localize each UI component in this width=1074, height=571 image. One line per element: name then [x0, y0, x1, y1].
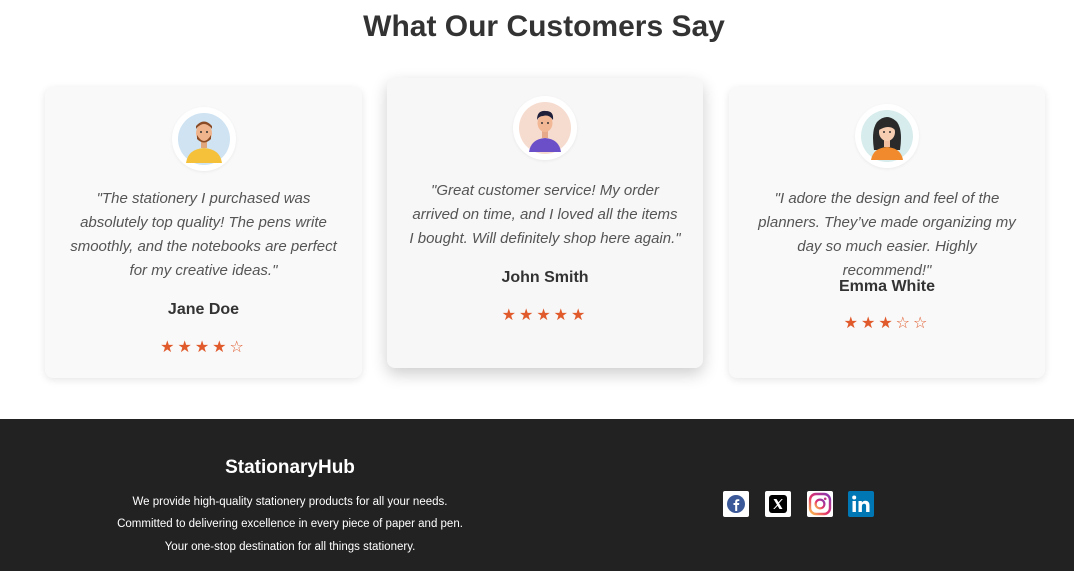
- footer-description-line: Committed to delivering excellence in ev…: [117, 518, 463, 530]
- testimonial-quote: "I adore the design and feel of the plan…: [758, 190, 1016, 279]
- instagram-icon: [807, 491, 833, 517]
- avatar: [855, 104, 919, 168]
- avatar: [171, 107, 236, 171]
- footer-description-line: We provide high-quality stationery produ…: [132, 496, 448, 508]
- linkedin-icon: [848, 491, 874, 517]
- man-avatar-icon: [177, 113, 230, 165]
- star-rating: ★★★★☆: [160, 337, 247, 356]
- man-avatar-icon: [519, 102, 571, 154]
- footer-brand: StationaryHub: [225, 457, 355, 478]
- linkedin-link[interactable]: [848, 491, 874, 517]
- star-rating: ★★★☆☆: [843, 313, 931, 332]
- testimonial-card: "Great customer service! My order arrive…: [387, 78, 703, 368]
- footer-description-line: Your one-stop destination for all things…: [164, 541, 416, 553]
- facebook-icon: [723, 491, 749, 517]
- customer-name: Emma White: [838, 278, 935, 295]
- avatar: [513, 96, 577, 160]
- star-rating: ★★★★★: [501, 305, 589, 324]
- customer-name: Jane Doe: [167, 301, 240, 318]
- x-link[interactable]: [765, 491, 791, 517]
- customer-name: John Smith: [501, 269, 589, 286]
- testimonial-quote: "Great customer service! My order arrive…: [409, 182, 681, 247]
- section-title: What Our Customers Say: [363, 10, 725, 43]
- woman-avatar-icon: [861, 110, 913, 162]
- testimonial-quote: "The stationery I purchased was absolute…: [70, 190, 337, 279]
- site-footer: StationaryHub We provide high-quality st…: [0, 419, 1074, 571]
- testimonial-card: "The stationery I purchased was absolute…: [45, 87, 362, 378]
- instagram-link[interactable]: [807, 491, 833, 517]
- testimonial-card: "I adore the design and feel of the plan…: [729, 87, 1045, 378]
- facebook-link[interactable]: [723, 491, 749, 517]
- x-icon: [765, 491, 791, 517]
